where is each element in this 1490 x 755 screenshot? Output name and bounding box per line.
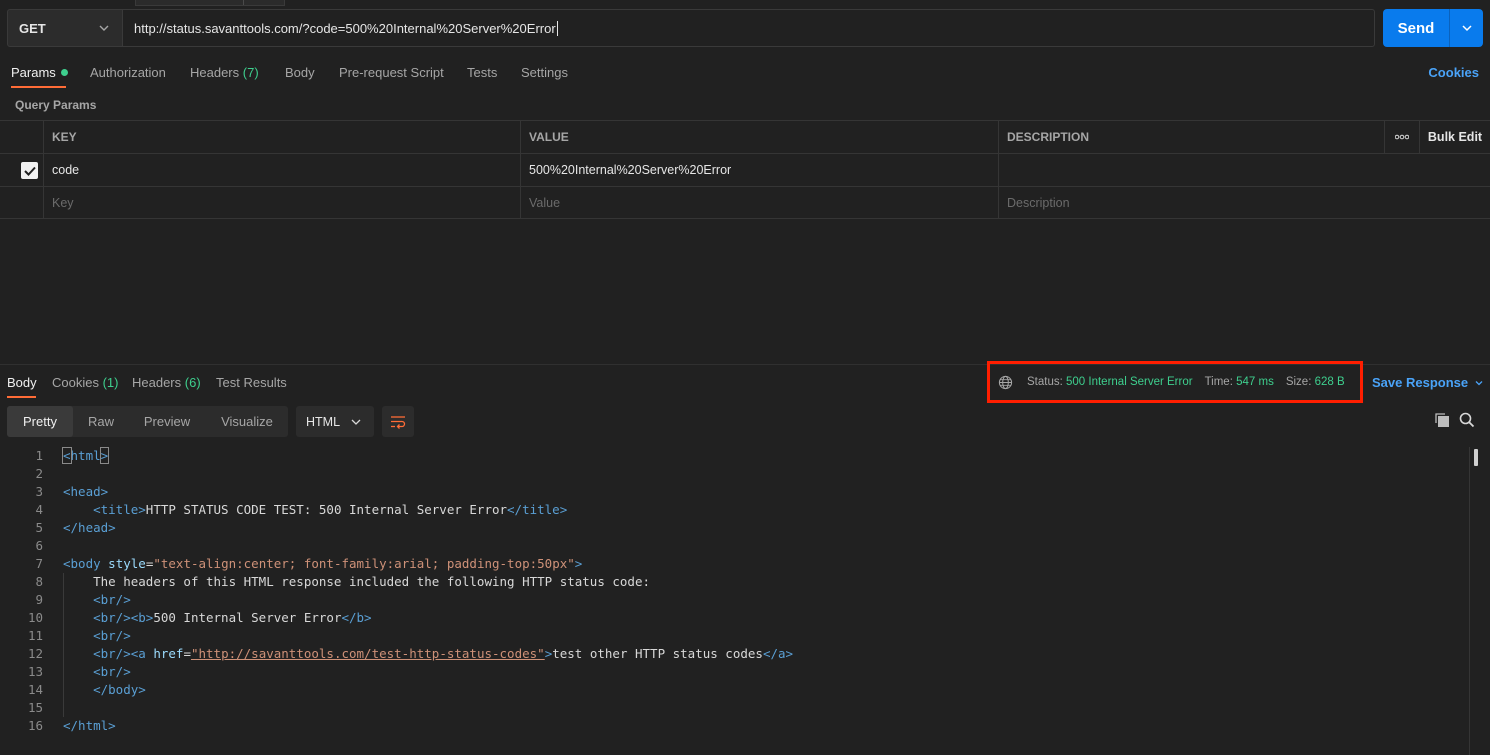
code-line: 4 <title>HTTP STATUS CODE TEST: 500 Inte… — [35, 502, 568, 517]
column-header-key: KEY — [52, 130, 77, 144]
new-value-input[interactable]: Value — [520, 187, 560, 219]
code-line: 2 — [35, 466, 43, 481]
view-pretty-button[interactable]: Pretty — [7, 406, 73, 437]
tab-headers[interactable]: Headers (7) — [190, 65, 259, 80]
more-options-icon[interactable] — [1384, 121, 1419, 153]
cookies-link[interactable]: Cookies — [1428, 65, 1479, 80]
code-line: 5 </head> — [35, 520, 116, 535]
title-text: HTTP STATUS CODE TEST: 500 Internal Serv… — [145, 502, 508, 517]
query-params-table: KEY VALUE DESCRIPTION Bulk Edit code 500… — [0, 120, 1490, 219]
param-key-cell[interactable]: code — [43, 154, 79, 186]
view-preview-button[interactable]: Preview — [133, 406, 201, 437]
wrap-lines-icon — [391, 415, 406, 429]
tab-response-headers[interactable]: Headers (6) — [132, 375, 201, 390]
link-text: test other HTTP status codes — [552, 646, 763, 661]
tab-response-cookies[interactable]: Cookies (1) — [52, 375, 118, 390]
request-bar: GET http://status.savanttools.com/?code=… — [0, 0, 1490, 56]
code-line: 6 — [35, 538, 43, 553]
text-cursor — [556, 20, 558, 36]
method-label: GET — [19, 20, 46, 36]
code-line: 15 — [27, 700, 43, 715]
response-headers-count: (6) — [184, 375, 201, 390]
code-line: 10 <br/><b>500 Internal Server Error</b> — [27, 610, 372, 625]
chevron-down-icon — [99, 25, 109, 31]
chevron-down-icon — [1475, 380, 1483, 385]
tab-authorization[interactable]: Authorization — [90, 65, 166, 80]
url-text: http://status.savanttools.com/?code=500%… — [134, 20, 556, 36]
response-body-editor[interactable]: 1 <html> 2 3 <head> 4 <title>HTTP STATUS C… — [0, 447, 1470, 735]
tab-strip-remnant — [135, 0, 285, 6]
send-label: Send — [1397, 19, 1435, 37]
param-enabled-checkbox[interactable] — [21, 162, 38, 179]
new-key-input[interactable]: Key — [43, 187, 74, 219]
tab-pre-request-script[interactable]: Pre-request Script — [339, 65, 444, 80]
chevron-down-icon — [351, 419, 361, 425]
bold-status-text: 500 Internal Server Error — [153, 610, 342, 625]
code-line: 3 <head> — [35, 484, 109, 499]
href-link[interactable]: "http://savanttools.com/test-http-status… — [191, 646, 545, 661]
view-visualize-button[interactable]: Visualize — [207, 406, 287, 437]
status-value: 500 Internal Server Error — [1066, 376, 1193, 388]
checkmark-icon — [23, 166, 36, 176]
tab-settings[interactable]: Settings — [521, 65, 568, 80]
active-tab-indicator — [7, 396, 36, 398]
tab-tests[interactable]: Tests — [467, 65, 497, 80]
wrap-lines-button[interactable] — [382, 406, 414, 437]
chevron-down-icon — [1461, 25, 1472, 32]
code-line: 13 <br/> — [27, 664, 131, 679]
table-row-empty: Key Value Description — [0, 186, 1490, 219]
new-description-input[interactable]: Description — [998, 187, 1070, 219]
time-value: 547 ms — [1236, 376, 1274, 388]
param-description-cell[interactable] — [998, 154, 1007, 186]
search-icon[interactable] — [1459, 412, 1475, 428]
code-line: 1 <html> — [35, 447, 110, 464]
params-active-dot — [60, 69, 68, 77]
view-mode-selector: Pretty Raw Preview Visualize — [7, 406, 288, 437]
method-select[interactable]: GET — [7, 9, 123, 47]
code-line: 8 The headers of this HTML response incl… — [35, 574, 651, 589]
tab-body[interactable]: Body — [285, 65, 315, 80]
tab-params[interactable]: Params — [11, 65, 68, 80]
tab-response-body[interactable]: Body — [7, 375, 37, 390]
bulk-edit-button[interactable]: Bulk Edit — [1420, 121, 1490, 153]
size-info[interactable]: Size: 628 B — [1286, 376, 1345, 388]
active-tab-indicator — [11, 86, 66, 88]
column-header-description: DESCRIPTION — [1007, 130, 1090, 144]
table-row: code 500%20Internal%20Server%20Error — [0, 153, 1490, 186]
cookies-count: (1) — [102, 375, 119, 390]
code-line: 14 </body> — [27, 682, 146, 697]
view-raw-button[interactable]: Raw — [75, 406, 127, 437]
send-button[interactable]: Send — [1383, 9, 1483, 47]
editor-scrollbar-thumb[interactable] — [1474, 449, 1478, 466]
code-line: 11 <br/> — [27, 628, 131, 643]
query-params-title: Query Params — [15, 98, 97, 112]
column-header-value: VALUE — [529, 130, 569, 144]
code-line: 9 <br/> — [35, 592, 131, 607]
param-value-cell[interactable]: 500%20Internal%20Server%20Error — [520, 154, 731, 186]
code-line: 7 <body style="text-align:center; font-fa… — [35, 556, 583, 571]
editor-scrollbar-track[interactable] — [1469, 447, 1470, 755]
table-header-row: KEY VALUE DESCRIPTION Bulk Edit — [0, 120, 1490, 153]
time-info[interactable]: Time: 547 ms — [1205, 376, 1274, 388]
headers-count: (7) — [242, 65, 259, 80]
intro-text: The headers of this HTML response includ… — [93, 574, 651, 589]
size-value: 628 B — [1314, 376, 1345, 388]
copy-icon[interactable] — [1434, 412, 1450, 428]
response-status-highlight: Status: 500 Internal Server Error Time: … — [987, 361, 1363, 403]
globe-icon[interactable] — [998, 375, 1013, 390]
url-input[interactable]: http://status.savanttools.com/?code=500%… — [122, 9, 1375, 47]
tab-test-results[interactable]: Test Results — [216, 375, 287, 390]
body-style-value: "text-align:center; font-family:arial; p… — [153, 556, 575, 571]
code-line: 12 <br/><a href="http://savanttools.com/… — [27, 646, 794, 661]
code-line: 16 </html> — [27, 718, 116, 733]
request-tabs: Params Authorization Headers (7) Body Pr… — [0, 56, 1490, 90]
status-info[interactable]: Status: 500 Internal Server Error — [1027, 376, 1193, 388]
format-select[interactable]: HTML — [296, 406, 374, 437]
save-response-button[interactable]: Save Response — [1372, 375, 1484, 390]
send-options-button[interactable] — [1450, 22, 1483, 34]
